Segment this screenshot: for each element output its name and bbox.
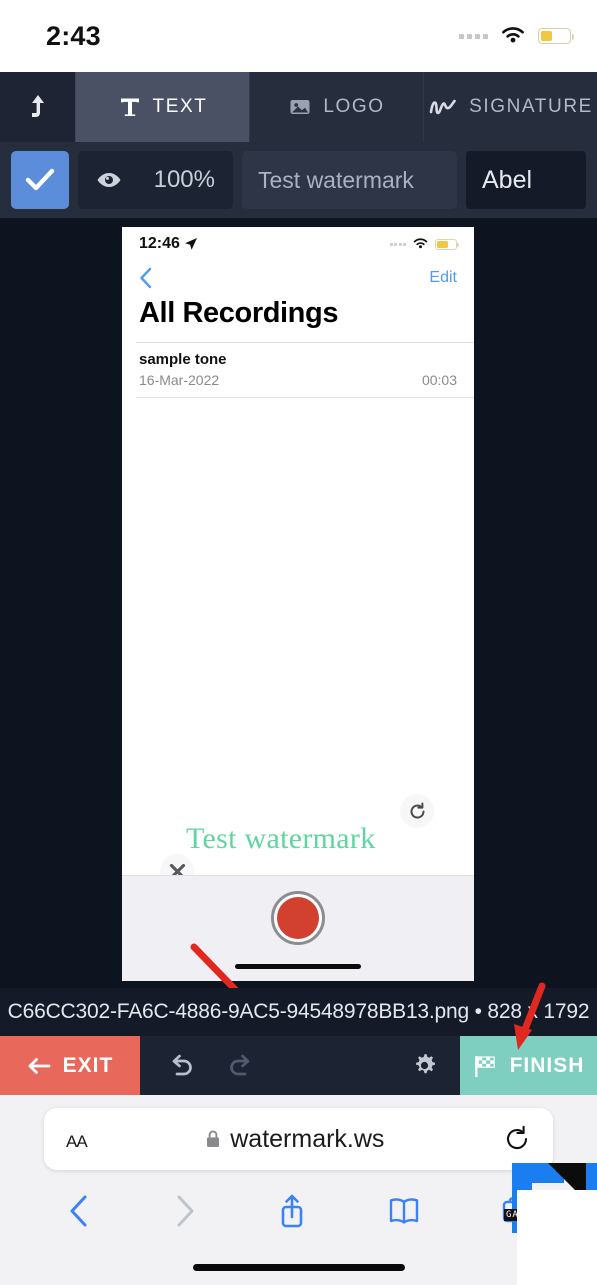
watermark-object[interactable]: Test watermark	[160, 794, 434, 888]
reload-icon[interactable]	[503, 1125, 531, 1153]
lock-icon	[207, 1130, 220, 1147]
checkered-flag-icon	[474, 1055, 495, 1077]
history-controls	[140, 1036, 460, 1095]
divider	[136, 397, 474, 398]
finish-label: FINISH	[509, 1053, 585, 1077]
tab-logo-label: LOGO	[323, 96, 385, 117]
arrow-left-icon	[28, 1057, 51, 1074]
opacity-control[interactable]: 100%	[78, 151, 233, 209]
apply-watermark-checkbox[interactable]	[11, 151, 69, 209]
recording-date: 16-Mar-2022	[139, 372, 220, 388]
overlay-occluder	[517, 1190, 597, 1285]
finish-button[interactable]: FINISH	[460, 1036, 597, 1095]
preview-time: 12:46	[139, 235, 198, 253]
signature-squiggle-icon	[428, 95, 458, 119]
url-text: watermark.ws	[230, 1124, 385, 1153]
screen-root: 2:43 TEXT LOGO SIGNATURE 100% Test water…	[0, 0, 597, 1285]
file-info-text: C66CC302-FA6C-4886-9AC5-94548978BB13.png…	[7, 1000, 590, 1023]
text-size-button[interactable]: AA	[66, 1125, 88, 1154]
location-arrow-icon	[184, 238, 197, 250]
watermark-text-input[interactable]: Test watermark	[242, 151, 457, 209]
tab-text-label: TEXT	[152, 96, 208, 117]
recording-meta: 16-Mar-2022 00:03	[139, 372, 457, 388]
editor-action-bar: EXIT FINISH	[0, 1036, 597, 1095]
tab-signature-label: SIGNATURE	[469, 96, 593, 117]
ios-status-bar: 2:43	[0, 0, 597, 72]
upload-button[interactable]	[0, 72, 75, 142]
status-time: 2:43	[46, 20, 101, 51]
opacity-value: 100%	[153, 166, 215, 193]
forward-icon[interactable]	[172, 1194, 198, 1228]
tab-signature[interactable]: SIGNATURE	[423, 72, 597, 142]
exit-label: EXIT	[62, 1053, 114, 1077]
editor-canvas[interactable]: 12:46 Edit All Recordings sample tone 16…	[0, 218, 597, 1025]
ios-home-indicator	[192, 1264, 405, 1271]
chevron-left-icon[interactable]	[139, 267, 152, 289]
edit-button[interactable]: Edit	[429, 269, 457, 287]
upload-arrow-icon	[31, 95, 44, 117]
watermark-options-bar: 100% Test watermark Abel	[0, 142, 597, 218]
exit-button[interactable]: EXIT	[0, 1036, 140, 1095]
preview-status-indicators	[389, 238, 459, 250]
signal-dots-icon	[459, 33, 488, 39]
undo-icon[interactable]	[168, 1052, 196, 1080]
share-icon[interactable]	[277, 1193, 307, 1229]
eye-icon	[97, 173, 121, 187]
image-icon	[288, 95, 312, 119]
bookmarks-icon[interactable]	[387, 1196, 421, 1226]
preview-home-indicator	[235, 964, 361, 969]
watermark-rotate-handle[interactable]	[400, 794, 434, 828]
recording-duration: 00:03	[421, 372, 457, 388]
preview-page-title: All Recordings	[139, 297, 339, 329]
wifi-icon	[502, 27, 524, 43]
back-icon[interactable]	[66, 1194, 92, 1228]
watermark-text[interactable]: Test watermark	[186, 822, 376, 856]
preview-status-bar: 12:46	[122, 227, 474, 261]
address-bar[interactable]: AA watermark.ws	[44, 1108, 553, 1170]
font-selector[interactable]: Abel	[466, 151, 586, 209]
preview-nav-bar: Edit	[122, 261, 474, 291]
record-button[interactable]	[271, 890, 325, 945]
recording-list-item[interactable]: sample tone 16-Mar-2022 00:03	[122, 343, 474, 397]
battery-icon	[435, 238, 459, 250]
file-info-bar: C66CC302-FA6C-4886-9AC5-94548978BB13.png…	[0, 988, 597, 1036]
image-preview: 12:46 Edit All Recordings sample tone 16…	[122, 227, 474, 981]
signal-dots-icon	[389, 242, 406, 246]
text-t-icon	[118, 95, 142, 119]
tab-logo[interactable]: LOGO	[249, 72, 423, 142]
wifi-icon	[413, 238, 428, 249]
safari-browser-chrome: AA watermark.ws GAD	[0, 1095, 597, 1285]
recording-name: sample tone	[139, 351, 227, 368]
status-indicators	[459, 26, 575, 46]
tab-text[interactable]: TEXT	[75, 72, 249, 142]
battery-low-power-icon	[538, 28, 575, 44]
editor-tab-bar: TEXT LOGO SIGNATURE	[0, 72, 597, 142]
settings-button[interactable]	[411, 1052, 460, 1079]
redo-icon[interactable]	[226, 1052, 254, 1080]
checkmark-icon	[25, 168, 55, 191]
rotate-cw-icon	[410, 802, 425, 819]
url-display[interactable]: watermark.ws	[87, 1125, 503, 1154]
gear-icon	[416, 1054, 435, 1074]
